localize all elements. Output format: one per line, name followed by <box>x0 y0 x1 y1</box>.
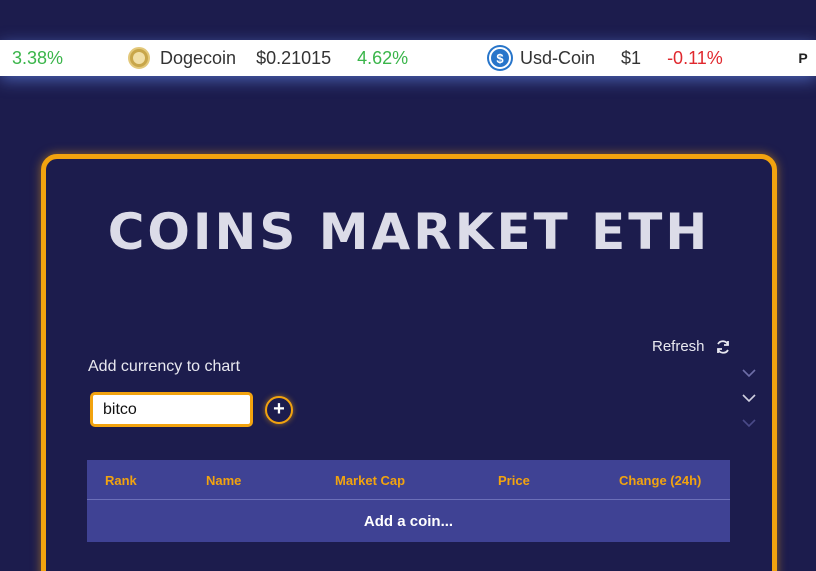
dogecoin-icon <box>128 47 150 69</box>
currency-search-input[interactable] <box>90 392 253 427</box>
ticker-item-dogecoin: Dogecoin $0.21015 4.62% <box>128 40 408 76</box>
page-title: COINS MARKET ETH <box>107 203 711 261</box>
column-header-price[interactable]: Price <box>498 473 530 488</box>
coins-market-panel: COINS MARKET ETH Refresh Add currency to… <box>41 154 777 571</box>
table-empty-row: Add a coin... <box>87 500 730 542</box>
ticker-coin-name: Dogecoin <box>160 47 237 68</box>
coins-table: Rank Name Market Cap Price Change (24h) … <box>87 460 730 542</box>
ticker-change: 3.38% <box>12 47 64 68</box>
chevron-down-icon[interactable] <box>742 394 756 403</box>
refresh-button[interactable]: Refresh <box>652 338 731 355</box>
ticker-item: P <box>792 40 814 76</box>
ticker-change: -0.11% <box>667 47 723 68</box>
ticker-item-usd-coin: $ Usd-Coin $1 -0.11% <box>489 40 723 76</box>
ticker-price: $0.21015 <box>256 47 332 68</box>
usd-coin-icon: $ <box>489 47 511 69</box>
ticker-coin-name: Usd-Coin <box>520 47 596 68</box>
column-header-name[interactable]: Name <box>206 473 241 488</box>
price-ticker: 3.38% Dogecoin $0.21015 4.62% $ Usd-Coin… <box>0 40 816 76</box>
top-bar <box>0 0 816 40</box>
table-header: Rank Name Market Cap Price Change (24h) <box>87 460 730 500</box>
plus-icon: + <box>273 398 285 420</box>
add-currency-label: Add currency to chart <box>88 358 241 375</box>
ticker-item: 3.38% <box>12 40 63 76</box>
ticker-change: 4.62% <box>357 47 409 68</box>
column-header-rank[interactable]: Rank <box>105 473 137 488</box>
refresh-icon <box>716 339 729 354</box>
add-coin-button[interactable]: + <box>265 396 293 424</box>
refresh-label: Refresh <box>652 338 705 355</box>
chevron-down-icon[interactable] <box>742 419 756 428</box>
column-header-change[interactable]: Change (24h) <box>619 473 701 488</box>
chevron-down-icon[interactable] <box>742 369 756 378</box>
empty-table-message: Add a coin... <box>363 512 454 530</box>
ticker-price: $1 <box>621 47 642 68</box>
polkadot-icon: P <box>792 47 814 69</box>
column-header-market-cap[interactable]: Market Cap <box>335 473 405 488</box>
